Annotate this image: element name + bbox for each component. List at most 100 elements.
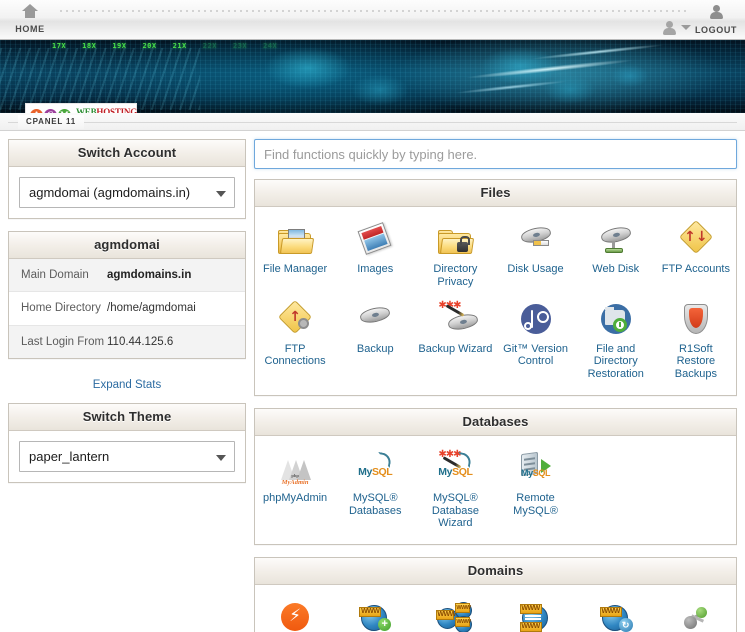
feature-item-label: File Manager xyxy=(262,263,328,275)
banner-server-racks xyxy=(0,48,200,110)
banner-code: 23X xyxy=(232,42,248,50)
chevron-down-icon xyxy=(681,24,691,30)
feature-item-remote-mysql[interactable]: MySQL Remote MySQL® xyxy=(495,442,575,534)
git-version-control-icon xyxy=(497,299,573,339)
feature-item-zone-editor[interactable]: Zone Editor xyxy=(656,591,736,632)
user-menu-button[interactable] xyxy=(662,18,691,36)
section-title: Databases xyxy=(255,408,736,436)
home-label: HOME xyxy=(15,24,45,34)
account-select-wrap: agmdomai (agmdomains.in) xyxy=(19,177,235,208)
section-panel-files: Files File Manager Images Directory Privacy… xyxy=(254,179,737,396)
section-icon-grid: ⚡Site PublisherWWW+Addon DomainsWWWWWWWW… xyxy=(255,585,736,632)
switch-theme-panel: Switch Theme paper_lantern xyxy=(8,403,246,484)
r1soft-restore-backups-icon xyxy=(658,299,734,339)
theme-select-wrap: paper_lantern xyxy=(19,441,235,473)
logout-user-icon xyxy=(709,5,723,19)
section-panel-domains: Domains⚡Site PublisherWWW+Addon DomainsW… xyxy=(254,557,737,632)
switch-account-body: agmdomai (agmdomains.in) xyxy=(9,167,245,218)
remote-mysql-icon: MySQL xyxy=(497,448,573,488)
feature-item-label: FTP Accounts xyxy=(661,263,730,275)
feature-sections: Files File Manager Images Directory Privacy… xyxy=(254,179,737,632)
feature-item-ftp-accounts[interactable]: ↑↓ FTP Accounts xyxy=(656,213,736,293)
site-logo[interactable]: A G M WEBHOSTING HOSTING & DOMAIN REGIST… xyxy=(25,103,137,113)
feature-item-site-publisher[interactable]: ⚡Site Publisher xyxy=(255,591,335,632)
feature-item-label: Web Disk xyxy=(592,263,640,275)
topbar-dot-pattern xyxy=(58,8,687,15)
addon-domains-icon: WWW + xyxy=(337,597,413,632)
switch-theme-title: Switch Theme xyxy=(9,404,245,432)
account-select-value: agmdomai (agmdomains.in) xyxy=(29,185,191,200)
banner-code: 21X xyxy=(172,42,187,50)
stat-row-home-directory: Home Directory /home/agmdomai xyxy=(9,292,245,326)
file-directory-restoration-icon xyxy=(578,299,654,339)
expand-stats-link[interactable]: Expand Stats xyxy=(8,371,246,393)
feature-item-backup[interactable]: Backup xyxy=(335,293,415,385)
feature-item-label: FTP Connections xyxy=(264,342,326,368)
feature-item-ftp-connections[interactable]: ↑ FTP Connections xyxy=(255,293,335,385)
feature-item-label: Backup xyxy=(356,342,394,355)
feature-item-disk-usage[interactable]: Disk Usage xyxy=(495,213,575,293)
account-stats-table: Main Domain agmdomains.in Home Directory… xyxy=(9,259,245,359)
switch-account-panel: Switch Account agmdomai (agmdomains.in) xyxy=(8,139,246,219)
stat-key: Main Domain xyxy=(21,269,89,281)
feature-item-mysql-databases[interactable]: MySQL MySQL® Databases xyxy=(335,442,415,534)
feature-item-directory-privacy[interactable]: Directory Privacy xyxy=(415,213,495,293)
section-title: Domains xyxy=(255,558,736,585)
zone-editor-icon xyxy=(658,597,734,632)
feature-item-file-and-directory-restoration[interactable]: File and Directory Restoration xyxy=(576,293,656,385)
logout-label: LOGOUT xyxy=(694,25,738,35)
feature-item-subdomains[interactable]: WWWWWWWWWSubdomains xyxy=(415,591,495,632)
backup-icon xyxy=(337,299,413,339)
backup-wizard-icon: ✱✱✱ xyxy=(417,299,493,339)
feature-item-git-version-control[interactable]: Git™ Version Control xyxy=(495,293,575,385)
subdomains-icon: WWW WWW WWW xyxy=(417,597,493,632)
section-icon-grid: php MyAdmin phpMyAdmin MySQL MySQL® Database… xyxy=(255,436,736,544)
site-publisher-icon: ⚡ xyxy=(257,597,333,632)
cpanel-tab-strip: CPANEL 11 xyxy=(0,113,745,131)
stat-value: /home/agmdomai xyxy=(107,302,196,315)
feature-item-aliases[interactable]: WWWWWWAliases xyxy=(495,591,575,632)
feature-item-label: MySQL® Databases xyxy=(348,491,402,517)
account-stats-panel: agmdomai Main Domain agmdomains.in Home … xyxy=(8,231,246,360)
home-button[interactable]: HOME xyxy=(4,2,56,37)
redirects-icon: WWW ↻ xyxy=(578,597,654,632)
cpanel-version-tab[interactable]: CPANEL 11 xyxy=(18,115,85,129)
directory-privacy-icon xyxy=(417,219,493,259)
feature-item-mysql-database-wizard[interactable]: ✱✱✱ MySQL MySQL® Database Wizard xyxy=(415,442,495,534)
banner-code: 18X xyxy=(82,42,97,50)
feature-item-file-manager[interactable]: File Manager xyxy=(255,213,335,293)
theme-select[interactable]: paper_lantern xyxy=(19,441,235,473)
home-icon xyxy=(22,4,38,18)
feature-item-r1soft-restore-backups[interactable]: R1Soft Restore Backups xyxy=(656,293,736,385)
stat-value: 110.44.125.6 xyxy=(107,335,174,348)
account-select[interactable]: agmdomai (agmdomains.in) xyxy=(19,177,235,208)
disk-usage-icon xyxy=(497,219,573,259)
banner-code: 22X xyxy=(202,42,217,50)
theme-select-value: paper_lantern xyxy=(29,449,110,465)
header-banner: 17X 18X 19X 20X 21X 22X 23X 24X A G M WE… xyxy=(0,40,745,113)
banner-code: 19X xyxy=(112,42,127,50)
search-input[interactable] xyxy=(254,139,737,169)
sidebar: Switch Account agmdomai (agmdomains.in) … xyxy=(8,139,246,632)
stat-value: agmdomains.in xyxy=(107,269,192,281)
phpmyadmin-icon: php MyAdmin xyxy=(257,448,333,488)
feature-item-web-disk[interactable]: Web Disk xyxy=(576,213,656,293)
feature-item-label: MySQL® Database Wizard xyxy=(431,491,479,530)
feature-item-redirects[interactable]: WWW↻Redirects xyxy=(576,591,656,632)
top-navigation-bar: HOME LOGOUT xyxy=(0,0,745,40)
banner-code-labels: 17X 18X 19X 20X 21X 22X 23X 24X xyxy=(52,41,277,51)
chevron-down-icon xyxy=(216,454,226,461)
feature-item-addon-domains[interactable]: WWW+Addon Domains xyxy=(335,591,415,632)
feature-item-phpmyadmin[interactable]: php MyAdmin phpMyAdmin xyxy=(255,442,335,534)
feature-item-label: Directory Privacy xyxy=(433,263,478,288)
feature-item-backup-wizard[interactable]: ✱✱✱ Backup Wizard xyxy=(415,293,495,385)
file-manager-icon xyxy=(257,219,333,259)
feature-item-label: R1Soft Restore Backups xyxy=(674,342,717,381)
logout-button[interactable]: LOGOUT xyxy=(691,2,741,38)
feature-item-label: Images xyxy=(357,263,394,275)
cpanel-page: HOME LOGOUT 17X 18X 19X 20X 21X 22X 23X … xyxy=(0,0,745,632)
feature-item-images[interactable]: Images xyxy=(335,213,415,293)
user-icon xyxy=(662,21,676,35)
section-panel-databases: Databases php MyAdmin phpMyAdmin MySQL MySQL®… xyxy=(254,407,737,545)
stat-row-main-domain: Main Domain agmdomains.in xyxy=(9,259,245,293)
